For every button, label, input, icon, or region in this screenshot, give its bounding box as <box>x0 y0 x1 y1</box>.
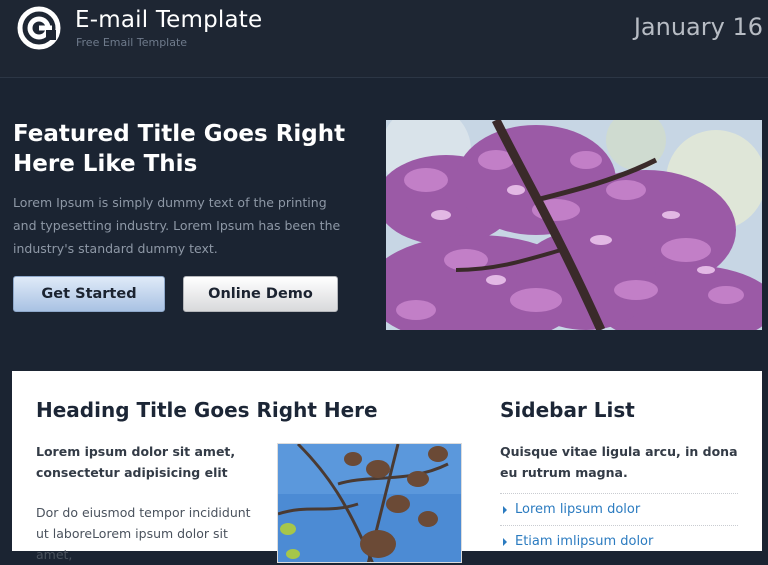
main-lead-text: Lorem ipsum dolor sit amet, consectetur … <box>36 444 236 480</box>
content-image <box>277 443 462 563</box>
main-body-text: Dor do eiusmod tempor incididunt ut labo… <box>36 505 251 562</box>
main-heading: Heading Title Goes Right Here <box>36 398 378 422</box>
hero-text: Lorem Ipsum is simply dummy text of the … <box>13 195 341 256</box>
sidebar-list-item[interactable]: Lorem lipsum dolor <box>500 493 738 525</box>
hero-title: Featured Title Goes Right Here Like This <box>13 121 346 177</box>
sidebar-list: Lorem lipsum dolor Etiam imlipsum dolor <box>500 493 738 557</box>
issue-date: January 16 <box>633 13 763 41</box>
caret-right-icon <box>503 505 507 514</box>
brand-subtitle: Free Email Template <box>76 36 188 49</box>
content-card: Heading Title Goes Right Here Lorem ipsu… <box>12 371 762 563</box>
brand-title: E-mail Template <box>75 7 263 33</box>
sidebar-list-item[interactable]: Etiam imlipsum dolor <box>500 525 738 557</box>
hero-image <box>386 120 762 330</box>
envelope-circle-logo-icon[interactable] <box>13 6 67 50</box>
caret-right-icon <box>503 537 507 546</box>
sidebar-lead-text: Quisque vitae ligula arcu, in dona eu ru… <box>500 444 738 480</box>
sidebar-link[interactable]: Etiam imlipsum dolor <box>515 534 653 549</box>
sidebar-link[interactable]: Lorem lipsum dolor <box>515 502 640 517</box>
header: E-mail Template Free Email Template Janu… <box>0 0 768 78</box>
get-started-button[interactable]: Get Started <box>13 276 165 312</box>
online-demo-button[interactable]: Online Demo <box>183 276 338 312</box>
sidebar-heading: Sidebar List <box>500 398 635 422</box>
